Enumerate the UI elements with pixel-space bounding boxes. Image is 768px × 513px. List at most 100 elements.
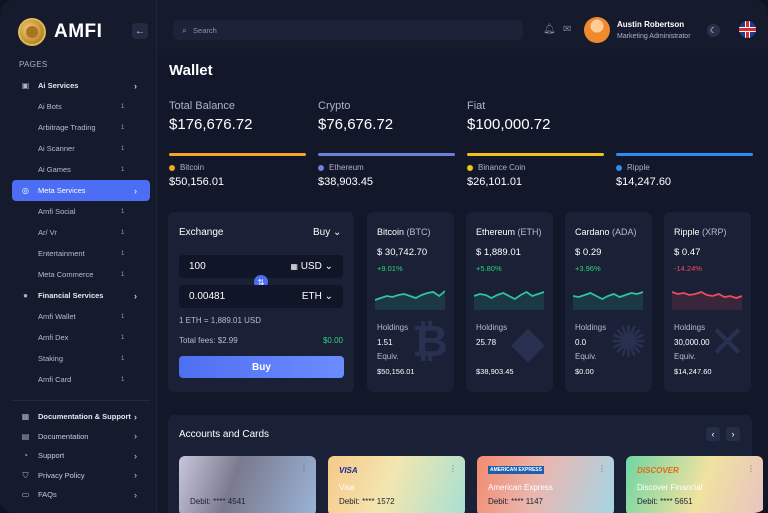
sidebar-item-ai-services[interactable]: ▣ Ai Services › <box>0 75 157 96</box>
coin-name-text: Ethereum <box>329 163 364 172</box>
more-options-icon[interactable]: ⋮ <box>747 464 755 473</box>
search-box[interactable]: ⌕ <box>173 20 523 40</box>
chevron-right-icon: › <box>731 429 735 439</box>
card-number: Debit: **** 1572 <box>339 497 395 506</box>
sidebar-item-entertainment[interactable]: Entertainment 1 <box>0 243 157 264</box>
coin-name: Binance Coin <box>467 163 604 172</box>
search-input[interactable] <box>193 25 494 35</box>
sidebar-item-support[interactable]: ◔ Support › <box>0 446 157 466</box>
sidebar-item-ar-vr[interactable]: Ar/ Vr 1 <box>0 222 157 243</box>
item-count-badge: 1 <box>121 229 125 236</box>
coin-value: $26,101.01 <box>467 176 523 188</box>
chevron-down-icon: ⌄ <box>324 261 333 272</box>
sidebar-item-amfi-wallet[interactable]: Amfi Wallet 1 <box>0 306 157 327</box>
sidebar-item-label: Amfi Card <box>38 375 72 384</box>
search-icon: ⌕ <box>182 24 188 35</box>
bank-card[interactable]: VISA Visa Debit: **** 1572 ⋮ <box>328 456 465 513</box>
bell-icon[interactable]: 🔔︎ <box>543 24 556 35</box>
more-options-icon[interactable]: ⋮ <box>449 464 457 473</box>
sidebar-item-amfi-dex[interactable]: Amfi Dex 1 <box>0 327 157 348</box>
crypto-price: $ 1,889.01 <box>476 247 521 258</box>
item-count-badge: 1 <box>121 124 125 131</box>
bank-card[interactable]: DISCOVER Discover Financial Debit: **** 56… <box>626 456 763 513</box>
from-currency-select[interactable]: ▦ USD ⌄ <box>290 261 333 272</box>
next-button[interactable]: › <box>726 427 740 441</box>
arrow-left-icon: ← <box>135 25 145 37</box>
collapse-sidebar-button[interactable]: ← <box>132 23 148 39</box>
user-name[interactable]: Austin Robertson <box>617 20 684 29</box>
crypto-card-ethereum[interactable]: ◆ Ethereum (ETH) $ 1,889.01 +5.80% Holdings 2… <box>466 212 553 392</box>
sidebar-item-documentation[interactable]: ▤ Documentation › <box>0 427 157 447</box>
crypto-name: Bitcoin (BTC) <box>377 227 431 237</box>
coin-dot-icon <box>467 164 473 171</box>
crypto-card-bitcoin[interactable]: ₿ Bitcoin (BTC) $ 30,742.70 +9.01% Holdings 1… <box>367 212 454 392</box>
prev-button[interactable]: ‹ <box>706 427 720 441</box>
from-amount[interactable]: 100 <box>189 261 206 272</box>
sidebar-item-meta-services[interactable]: ◎ Meta Services › <box>12 180 150 201</box>
sidebar-item-financial-services[interactable]: ● Financial Services › <box>0 285 157 306</box>
sidebar-item-amfi-card[interactable]: Amfi Card 1 <box>0 369 157 390</box>
sidebar-item-meta-commerce[interactable]: Meta Commerce 1 <box>0 264 157 285</box>
to-amount[interactable]: 0.00481 <box>189 291 225 302</box>
sidebar-item-ai-bots[interactable]: Ai Bots 1 <box>0 96 157 117</box>
sidebar-section-label: PAGES <box>19 60 48 69</box>
sidebar-item-ai-scanner[interactable]: Ai Scanner 1 <box>0 138 157 159</box>
crypto-card-cardano[interactable]: ✺ Cardano (ADA) $ 0.29 +3.96% Holdings 0.0 Equ… <box>565 212 652 392</box>
crypto-change: -14.24% <box>674 264 702 273</box>
sidebar-item-arbitrage-trading[interactable]: Arbitrage Trading 1 <box>0 117 157 138</box>
sidebar-item-amfi-social[interactable]: Amfi Social 1 <box>0 201 157 222</box>
item-count-badge: 1 <box>121 355 125 362</box>
crypto-card-ripple[interactable]: ✕ Ripple (XRP) $ 0.47 -14.24% Holdings 30,000… <box>664 212 751 392</box>
sidebar-item-label: FAQs <box>38 490 57 500</box>
ripple-watermark-icon: ✕ <box>709 318 746 367</box>
cardano-watermark-icon: ✺ <box>610 318 647 367</box>
brand[interactable]: AMFI <box>18 18 102 46</box>
item-count-badge: 1 <box>121 103 125 110</box>
to-amount-field[interactable]: 0.00481 ETH ⌄ <box>179 285 343 308</box>
coin-summary-binance-coin: Binance Coin $26,101.01 <box>467 153 604 188</box>
total-balance-value: $176,676.72 <box>169 116 253 133</box>
document-icon: ▤ <box>21 431 30 441</box>
sidebar-item-staking[interactable]: Staking 1 <box>0 348 157 369</box>
coin-name: Bitcoin <box>169 163 306 172</box>
sidebar: AMFI ← PAGES ▣ Ai Services › Ai Bots 1 Arbitr… <box>0 0 157 513</box>
more-options-icon[interactable]: ⋮ <box>300 464 308 473</box>
sparkline-chart <box>375 290 445 310</box>
sidebar-item-label: Documentation & Support <box>38 412 131 422</box>
to-currency-select[interactable]: ETH ⌄ <box>302 291 333 302</box>
sidebar-item-documentation-support[interactable]: ▦ Documentation & Support › <box>0 407 157 427</box>
coin-bar <box>318 153 455 156</box>
bank-card[interactable]: Debit: **** 4541 ⋮ <box>179 456 316 513</box>
more-options-icon[interactable]: ⋮ <box>598 464 606 473</box>
user-role: Marketing Administrator <box>617 33 691 40</box>
card-name: Visa <box>339 483 355 492</box>
money-bag-icon: ● <box>23 291 28 300</box>
sidebar-item-label: Financial Services <box>38 291 104 300</box>
theme-toggle-button[interactable]: ☾ <box>707 24 720 37</box>
chevron-right-icon: › <box>134 290 137 301</box>
crypto-price: $ 0.29 <box>575 247 602 258</box>
sidebar-item-ai-games[interactable]: Ai Games 1 <box>0 159 157 180</box>
sidebar-item-faqs[interactable]: ▭ FAQs › <box>0 485 157 505</box>
item-count-badge: 1 <box>121 271 125 278</box>
uk-flag-icon[interactable] <box>739 21 756 38</box>
card-number: Debit: **** 1147 <box>488 497 543 506</box>
buy-button[interactable]: Buy <box>179 356 344 378</box>
holdings-label: Holdings <box>377 323 409 332</box>
crypto-price: $ 0.47 <box>674 247 701 258</box>
avatar[interactable] <box>584 17 610 43</box>
exchange-mode-select[interactable]: Buy ⌄ <box>313 227 341 238</box>
coin-bar <box>467 153 604 156</box>
main-content: Wallet Total Balance $176,676.72 Crypto … <box>157 55 768 513</box>
bank-card[interactable]: AMERICAN EXPRESS American Express Debit: *… <box>477 456 614 513</box>
holdings-label: Holdings <box>476 323 508 332</box>
sidebar-item-privacy-policy[interactable]: ⛉ Privacy Policy › <box>0 466 157 486</box>
amfi-logo <box>18 18 46 46</box>
sidebar-item-label: Ai Bots <box>38 102 62 111</box>
mail-icon[interactable]: ✉ <box>563 24 571 35</box>
chevron-right-icon: › <box>134 80 137 91</box>
sparkline-chart <box>672 291 742 310</box>
moon-icon: ☾ <box>709 26 718 35</box>
fees-value: $0.00 <box>322 336 343 345</box>
sidebar-item-label: Privacy Policy <box>38 470 85 480</box>
